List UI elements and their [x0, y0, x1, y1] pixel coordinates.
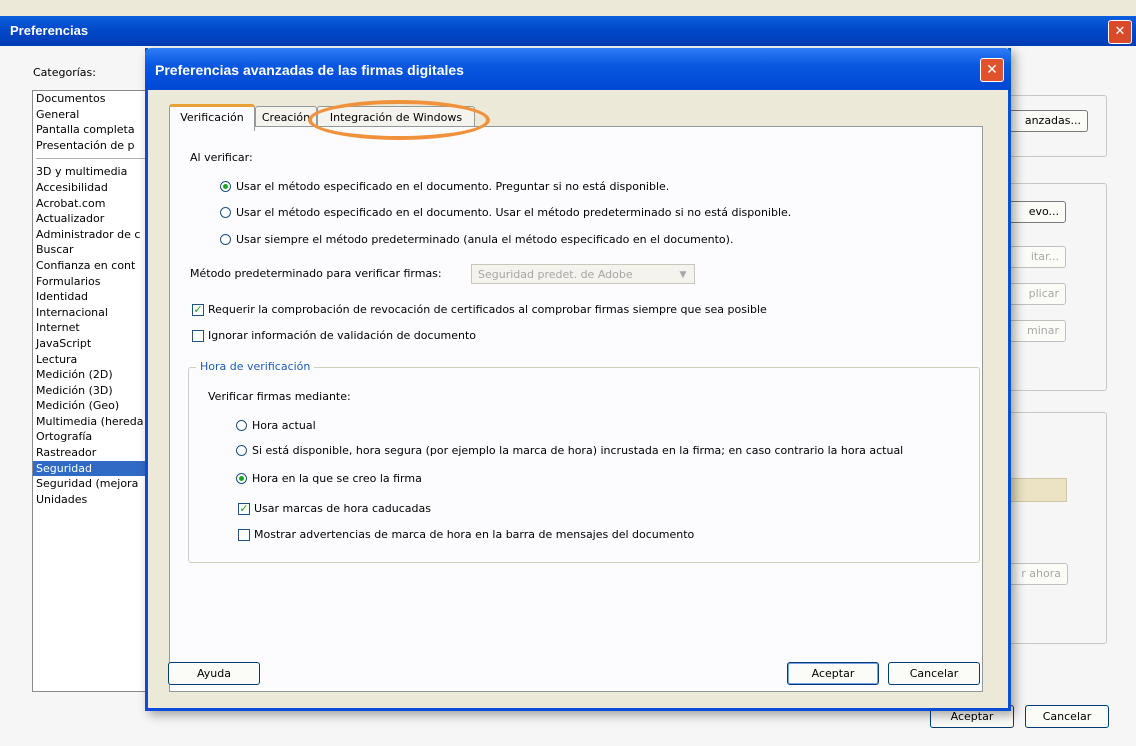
verify-option-label-3: Usar siempre el método predeterminado (a…: [236, 233, 734, 246]
time-option-label-3: Hora en la que se creo la firma: [252, 472, 422, 485]
ignore-validation-label: Ignorar información de validación de doc…: [208, 329, 477, 342]
verify-by-label: Verificar firmas mediante:: [208, 390, 351, 403]
chevron-down-icon: ▼: [679, 270, 687, 280]
verify-option-label-1: Usar el método especificado en el docume…: [236, 180, 670, 193]
dialog-titlebar[interactable]: Preferencias avanzadas de las firmas dig…: [145, 48, 1011, 90]
verify-option-radio-2[interactable]: [220, 207, 231, 218]
categories-label: Categorías:: [33, 66, 96, 79]
ignore-validation-checkbox[interactable]: [192, 330, 204, 342]
dialog-close-button[interactable]: ✕: [980, 58, 1004, 82]
dialog-ok-button[interactable]: Aceptar: [787, 662, 879, 685]
advanced-button[interactable]: anzadas...: [1000, 110, 1088, 132]
timestamp-warnings-checkbox[interactable]: [238, 529, 250, 541]
main-cancel-button[interactable]: Cancelar: [1025, 705, 1109, 728]
default-method-value: Seguridad predet. de Adobe: [478, 268, 633, 281]
revocation-label: Requerir la comprobación de revocación d…: [208, 303, 767, 316]
revocation-checkbox[interactable]: ✓: [192, 304, 204, 316]
close-icon: ✕: [1114, 24, 1126, 39]
dialog-cancel-button[interactable]: Cancelar: [888, 662, 980, 685]
highlight-annotation-ring: [308, 100, 490, 140]
verify-option-label-2: Usar el método especificado en el docume…: [236, 206, 792, 219]
close-icon: ✕: [986, 62, 998, 78]
verification-time-group-title: Hora de verificación: [196, 360, 315, 373]
on-verify-label: Al verificar:: [190, 151, 253, 164]
expired-timestamps-checkbox[interactable]: ✓: [238, 503, 250, 515]
default-method-label: Método predeterminado para verificar fir…: [190, 267, 442, 280]
preferences-close-button[interactable]: ✕: [1108, 20, 1132, 44]
help-button[interactable]: Ayuda: [168, 662, 260, 685]
time-option-radio-3[interactable]: [236, 473, 247, 484]
timestamp-warnings-label: Mostrar advertencias de marca de hora en…: [254, 528, 695, 541]
time-option-radio-2[interactable]: [236, 445, 247, 456]
tab-verificacion[interactable]: Verificación: [169, 104, 255, 131]
expired-timestamps-label: Usar marcas de hora caducadas: [254, 502, 431, 515]
verify-option-radio-1[interactable]: [220, 181, 231, 192]
preferences-titlebar[interactable]: Preferencias ✕: [0, 16, 1136, 46]
time-option-label-2: Si está disponible, hora segura (por eje…: [252, 444, 904, 457]
default-method-select[interactable]: Seguridad predet. de Adobe ▼: [471, 264, 695, 284]
time-option-label-1: Hora actual: [252, 419, 316, 432]
verify-option-radio-3[interactable]: [220, 234, 231, 245]
preferences-title: Preferencias: [10, 23, 89, 38]
dialog-title: Preferencias avanzadas de las firmas dig…: [155, 62, 464, 78]
time-option-radio-1[interactable]: [236, 420, 247, 431]
